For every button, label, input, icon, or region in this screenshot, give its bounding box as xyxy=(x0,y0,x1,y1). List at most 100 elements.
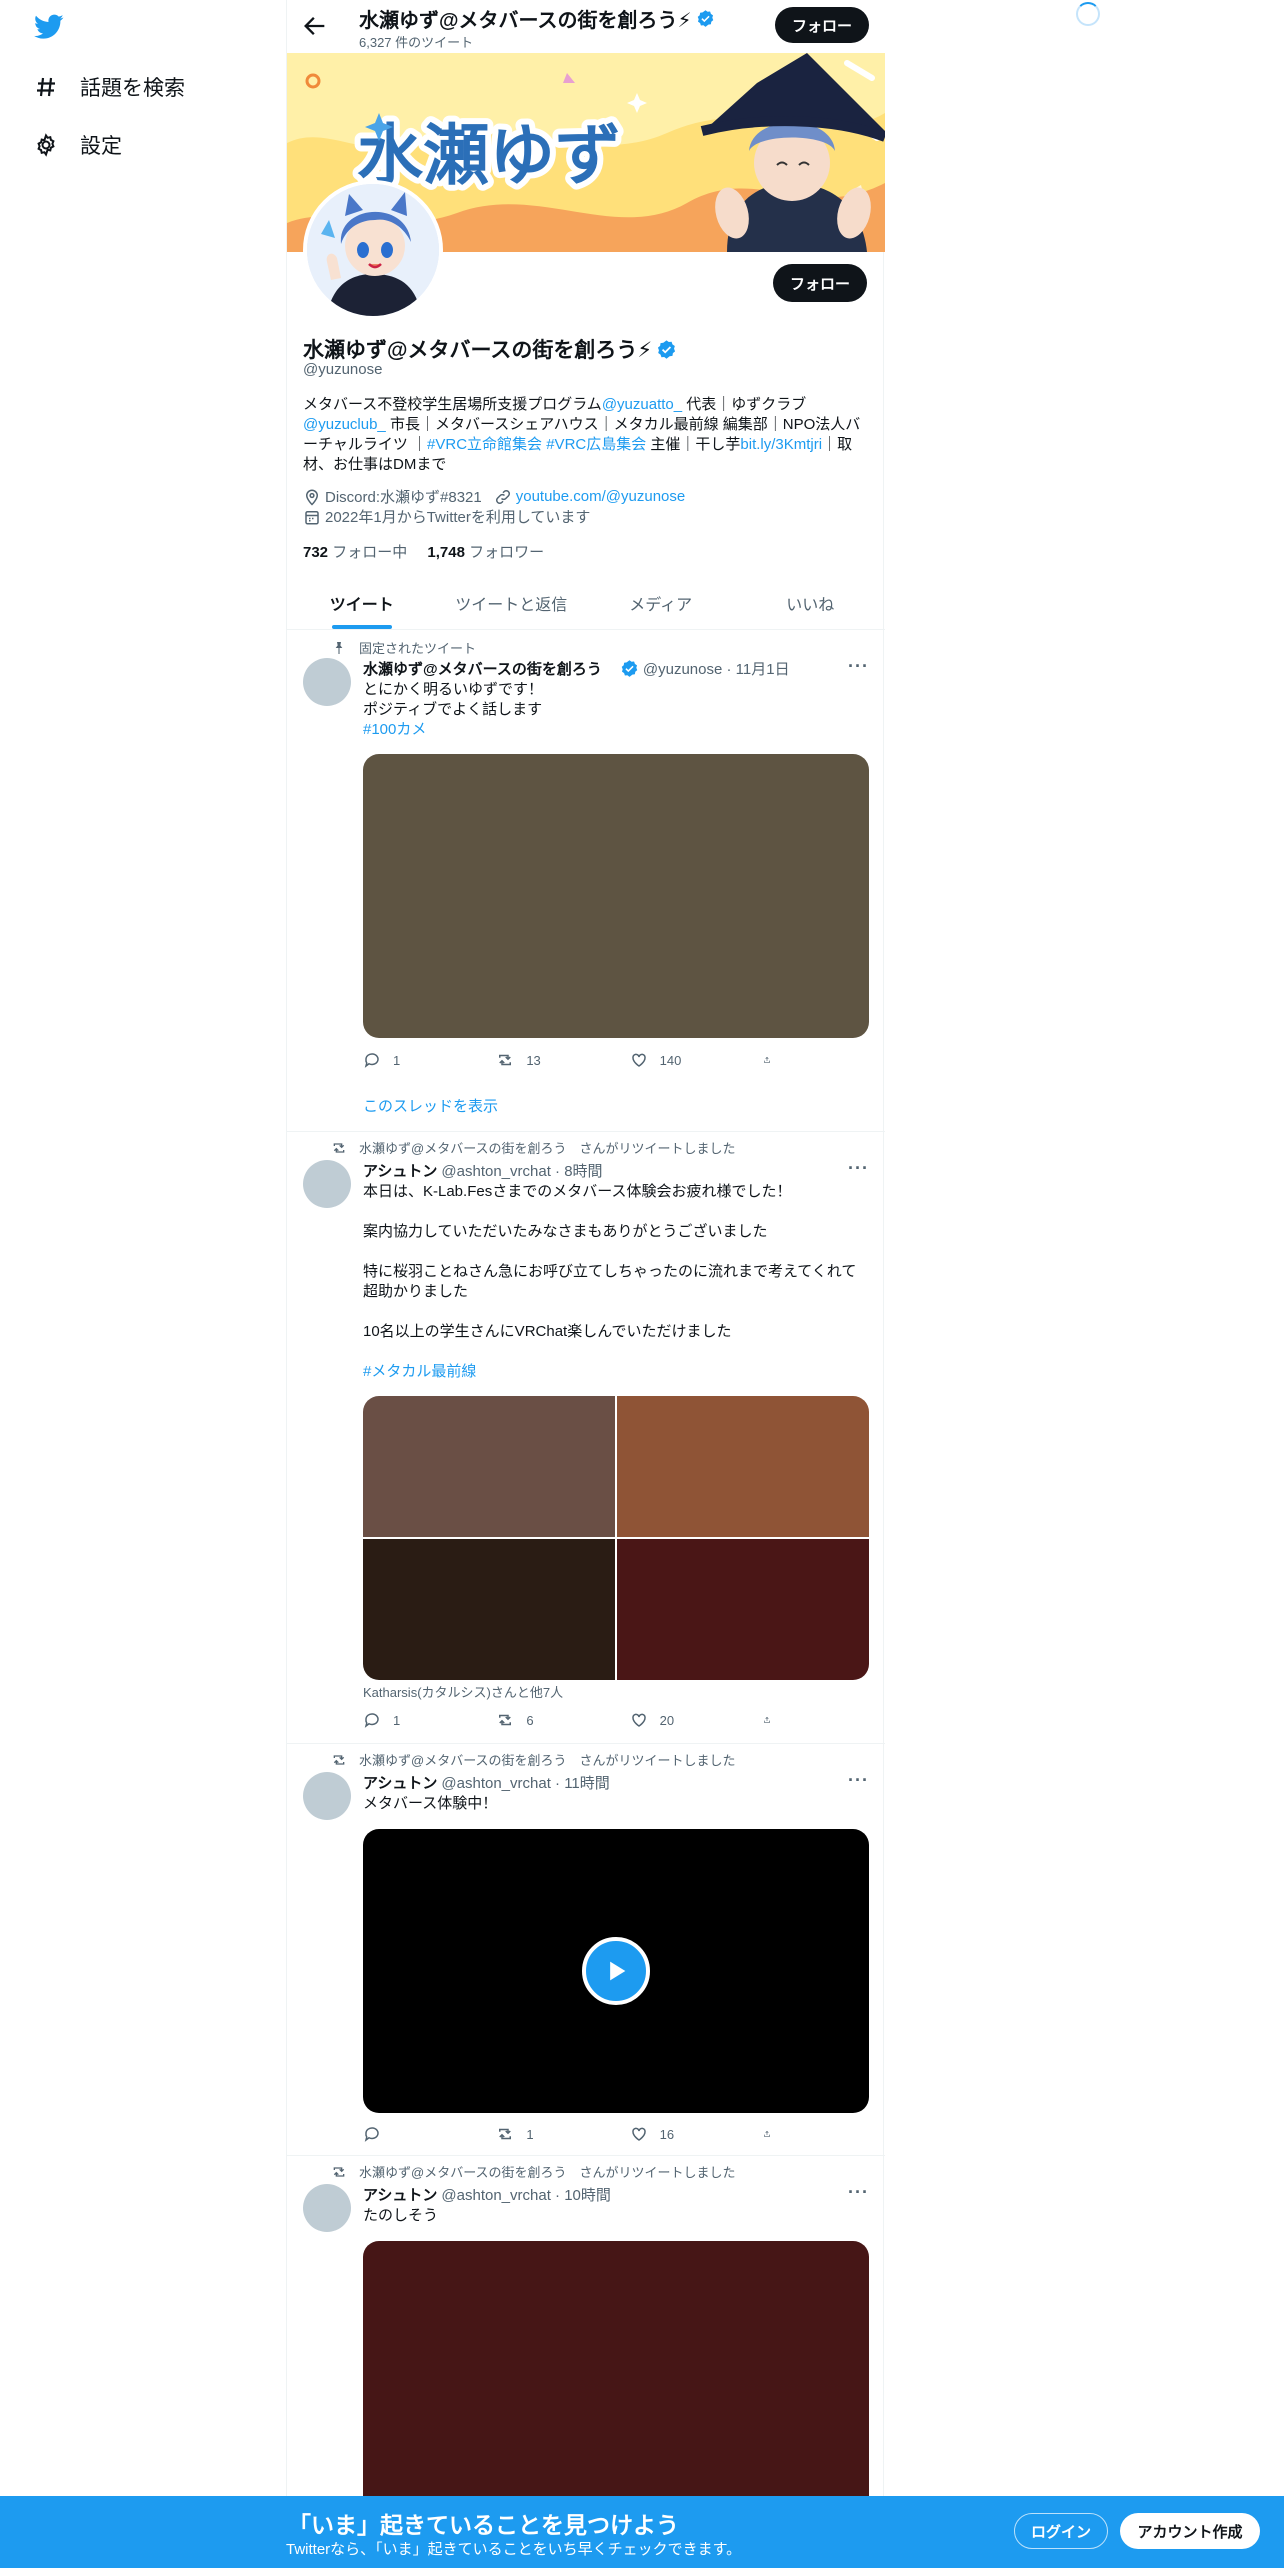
more-options-icon[interactable]: ··· xyxy=(848,656,869,677)
bio-text: メタバース不登校学生居場所支援プログラム xyxy=(303,396,602,413)
reply-button[interactable]: 1 xyxy=(363,1051,496,1069)
retweet-icon xyxy=(333,1142,345,1153)
following-label: フォロー中 xyxy=(328,544,408,561)
avatar[interactable] xyxy=(303,2184,351,2232)
avatar[interactable] xyxy=(303,658,351,706)
explore-nav-label: 話題を検索 xyxy=(80,77,185,100)
tweet-handle-time[interactable]: @ashton_vrchat · 8時間 xyxy=(441,1160,602,1181)
tweet-header: アシュトン @ashton_vrchat · 8時間 xyxy=(363,1160,868,1181)
tweet-handle-time[interactable]: @yuzunose · 11月1日 xyxy=(643,658,790,679)
retweet-count: 6 xyxy=(526,1712,534,1728)
twitter-logo-icon[interactable] xyxy=(34,14,64,40)
retweeted-by-label[interactable]: 水瀬ゆず@メタバースの街を創ろう さんがリツイートしました xyxy=(359,1138,736,1157)
play-button-icon[interactable] xyxy=(582,1937,650,2005)
tweet-handle-time[interactable]: @ashton_vrchat · 11時間 xyxy=(441,1772,609,1793)
reply-count: 1 xyxy=(393,1712,401,1728)
bio-mention-link[interactable]: @yuzuatto_ xyxy=(602,396,682,413)
tab-media[interactable]: メディア xyxy=(586,577,736,629)
more-options-icon[interactable]: ··· xyxy=(848,2182,869,2203)
tweet-text: メタバース体験中！ xyxy=(363,1795,498,1812)
avatar[interactable] xyxy=(303,1160,351,1208)
tweet-media-image[interactable] xyxy=(363,754,869,1038)
header-follow-button[interactable]: フォロー xyxy=(775,7,869,43)
followers-link[interactable]: 1,748 フォロワー xyxy=(427,544,544,561)
more-options-icon[interactable]: ··· xyxy=(848,1158,869,1179)
retweet-count: 13 xyxy=(526,1052,541,1068)
tweet-media-image[interactable] xyxy=(617,1539,869,1680)
profile-meta-row: Discord:水瀬ゆず#8321 youtube.com/@yuzunose xyxy=(303,486,685,507)
profile-website-link[interactable]: youtube.com/@yuzunose xyxy=(516,488,686,505)
tweet-header: アシュトン @ashton_vrchat · 10時間 xyxy=(363,2184,868,2205)
share-button[interactable] xyxy=(763,1711,783,1729)
bio-mention-link[interactable]: @yuzuclub_ xyxy=(303,416,386,433)
tweet-hashtag-link[interactable]: #100カメ xyxy=(363,720,869,740)
show-thread-link[interactable]: このスレッドを表示 xyxy=(363,1095,498,1116)
share-button[interactable] xyxy=(763,1051,783,1069)
tweet-media-image[interactable] xyxy=(617,1396,869,1537)
tab-tweets[interactable]: ツイート xyxy=(287,577,437,629)
profile-stats: 732 フォロー中 1,748 フォロワー xyxy=(303,541,544,562)
tagged-users-link[interactable]: Katharsis(カタルシス)さんと他7人 xyxy=(363,1683,869,1703)
profile-header-bar: 水瀬ゆず@メタバースの街を創ろう⚡ 6,327 件のツイート フォロー xyxy=(287,0,885,53)
reply-button[interactable]: 1 xyxy=(363,1711,496,1729)
bio-url-link[interactable]: bit.ly/3Kmtjri xyxy=(740,436,822,453)
heart-icon xyxy=(631,1713,646,1727)
tweet-article[interactable]: 水瀬ゆず@メタバースの街を創ろう さんがリツイートしました アシュトン @ash… xyxy=(287,2156,885,2541)
tweet-author-name[interactable]: アシュトン xyxy=(363,1772,437,1793)
tab-tweets-and-replies[interactable]: ツイートと返信 xyxy=(437,577,587,629)
tweet-media-image[interactable] xyxy=(363,1539,615,1680)
tweet-article[interactable]: 固定されたツイート 水瀬ゆず@メタバースの街を創ろう @yuzunose · 1… xyxy=(287,630,885,1132)
following-link[interactable]: 732 フォロー中 xyxy=(303,544,407,561)
hashtag-icon xyxy=(37,77,55,97)
tweet-handle-time[interactable]: @ashton_vrchat · 10時間 xyxy=(441,2184,610,2205)
signup-prompt-title: 「いま」起きていることを見つけよう xyxy=(288,2512,679,2538)
back-arrow-icon[interactable] xyxy=(301,12,329,40)
reply-button[interactable] xyxy=(363,2125,496,2143)
tab-likes[interactable]: いいね xyxy=(736,577,886,629)
tweet-author-name[interactable]: 水瀬ゆず@メタバースの街を創ろう xyxy=(363,658,602,679)
signup-prompt-bar: 「いま」起きていることを見つけよう Twitterなら、「いま」起きていることを… xyxy=(0,2496,1284,2568)
bio-hashtag-link[interactable]: #VRC立命館集会 xyxy=(427,436,542,453)
retweet-button[interactable]: 13 xyxy=(496,1051,629,1069)
settings-nav-item[interactable]: 設定 xyxy=(34,125,122,165)
retweeted-by-label[interactable]: 水瀬ゆず@メタバースの街を創ろう さんがリツイートしました xyxy=(359,1750,736,1769)
reply-icon xyxy=(364,2127,379,2142)
tweet-video-player[interactable] xyxy=(363,1829,869,2113)
login-button[interactable]: ログイン xyxy=(1014,2513,1108,2549)
tweet-actions: 1 6 20 xyxy=(363,1711,783,1729)
reply-icon xyxy=(364,1053,379,1068)
location-pin-icon xyxy=(305,489,319,506)
profile-avatar[interactable] xyxy=(303,180,443,320)
tweet-hashtag-link[interactable]: #メタカル最前線 xyxy=(363,1362,869,1382)
like-button[interactable]: 140 xyxy=(630,1051,763,1069)
like-button[interactable]: 16 xyxy=(630,2125,763,2143)
explore-nav-item[interactable]: 話題を検索 xyxy=(34,67,185,107)
header-name-text: 水瀬ゆず@メタバースの街を創ろう⚡ xyxy=(359,10,692,32)
tweet-article[interactable]: 水瀬ゆず@メタバースの街を創ろう さんがリツイートしました アシュトン @ash… xyxy=(287,1744,885,2156)
bio-hashtag-link[interactable]: #VRC広島集会 xyxy=(546,436,646,453)
tweet-text: とにかく明るいゆずです！ ポジティブでよく話します xyxy=(363,681,544,718)
settings-nav-label: 設定 xyxy=(80,135,122,158)
retweeted-by-label[interactable]: 水瀬ゆず@メタバースの街を創ろう さんがリツイートしました xyxy=(359,2162,736,2181)
retweet-icon xyxy=(499,2128,512,2140)
pinned-label: 固定されたツイート xyxy=(359,641,477,656)
tweet-author-name[interactable]: アシュトン xyxy=(363,2184,437,2205)
tweet-text: たのしそう xyxy=(363,2207,439,2224)
profile-follow-button[interactable]: フォロー xyxy=(773,264,867,302)
avatar[interactable] xyxy=(303,1772,351,1820)
share-button[interactable] xyxy=(763,2125,783,2143)
signup-button[interactable]: アカウント作成 xyxy=(1120,2513,1260,2549)
retweet-button[interactable]: 6 xyxy=(496,1711,629,1729)
profile-name-text: 水瀬ゆず@メタバースの街を創ろう⚡ xyxy=(303,339,653,362)
more-options-icon[interactable]: ··· xyxy=(848,1770,869,1791)
tweet-article[interactable]: 水瀬ゆず@メタバースの街を創ろう さんがリツイートしました アシュトン @ash… xyxy=(287,1132,885,1744)
tweet-author-name[interactable]: アシュトン xyxy=(363,1160,437,1181)
verified-badge-icon xyxy=(621,660,638,677)
tweet-social-context: 水瀬ゆず@メタバースの街を創ろう さんがリツイートしました xyxy=(331,2162,736,2181)
like-count: 20 xyxy=(659,1712,675,1728)
retweet-button[interactable]: 1 xyxy=(496,2125,629,2143)
like-button[interactable]: 20 xyxy=(630,1711,763,1729)
like-count: 140 xyxy=(659,1052,682,1068)
tweet-media-image[interactable] xyxy=(363,1396,615,1537)
tweet-actions: 1 13 140 xyxy=(363,1051,783,1069)
